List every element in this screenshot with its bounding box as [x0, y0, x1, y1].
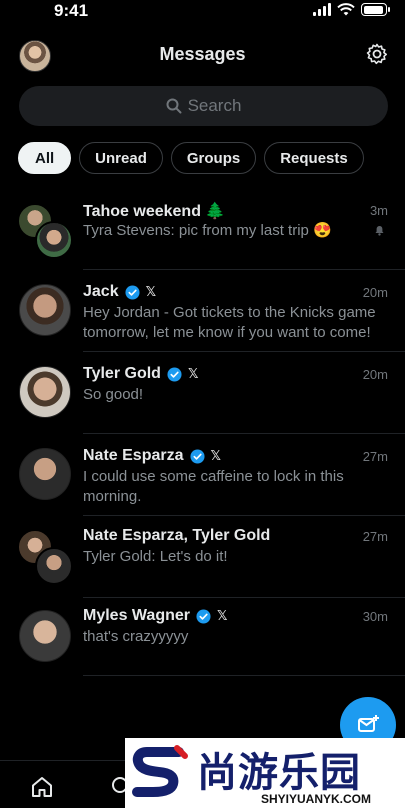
search-placeholder: Search — [187, 96, 242, 115]
verified-badge-icon — [196, 608, 211, 624]
verified-badge-icon — [167, 366, 182, 382]
muted-bell-icon — [375, 226, 384, 236]
group-avatar — [17, 203, 73, 259]
conversation-item[interactable]: Nate Esparza, Tyler Gold 27m Tyler Gold:… — [0, 516, 405, 598]
status-bar: 9:41 — [0, 0, 405, 24]
battery-icon — [361, 3, 390, 16]
conversation-time: 27m — [362, 529, 388, 544]
conversation-name: Myles Wagner — [83, 607, 190, 624]
avatar — [19, 284, 71, 336]
conversation-item[interactable]: Nate Esparza 𝕏 27m I could use some caff… — [0, 434, 405, 516]
home-icon[interactable] — [30, 775, 54, 799]
gear-icon[interactable] — [365, 42, 389, 66]
conversation-name-row: Nate Esparza 𝕏 — [83, 447, 221, 465]
group-avatar — [17, 529, 73, 585]
conversation-name-row: Tyler Gold 𝕏 — [83, 365, 198, 383]
x-logo-icon: 𝕏 — [210, 448, 221, 464]
avatar — [35, 221, 73, 259]
watermark: 尚游乐园 SHYIYUANYK.COM — [125, 738, 405, 808]
conversation-time: 3m — [369, 203, 388, 218]
conversation-name: Tahoe weekend 🌲 — [83, 203, 226, 220]
conversation-time: 20m — [362, 285, 388, 300]
conversation-name-row: Jack 𝕏 — [83, 283, 156, 301]
conversation-preview: that's crazyyyyy — [83, 628, 189, 645]
watermark-url: SHYIYUANYK.COM — [261, 792, 372, 806]
conversation-name: Tyler Gold — [83, 365, 161, 382]
header: Messages — [0, 38, 405, 72]
filter-chips: All Unread Groups Requests — [18, 142, 364, 174]
conversation-preview: I could use some caffeine to lock in thi… — [83, 468, 344, 505]
conversation-name: Nate Esparza — [83, 447, 184, 464]
conversation-time: 20m — [362, 367, 388, 382]
divider — [83, 675, 405, 676]
avatar — [19, 366, 71, 418]
x-logo-icon: 𝕏 — [187, 366, 199, 382]
battery-level — [363, 5, 384, 14]
conversation-name: Jack — [83, 283, 119, 300]
search-bar[interactable]: Search — [19, 86, 388, 126]
filter-requests[interactable]: Requests — [264, 142, 364, 174]
conversation-preview: Tyra Stevens: pic from my last trip 😍 — [83, 222, 332, 239]
conversation-time: 30m — [362, 609, 388, 624]
watermark-text: 尚游乐园 — [197, 750, 361, 796]
filter-groups[interactable]: Groups — [170, 142, 257, 174]
filter-unread[interactable]: Unread — [79, 142, 163, 174]
conversation-preview: Hey Jordan - Got tickets to the Knicks g… — [83, 304, 376, 341]
wifi-icon — [337, 3, 355, 16]
verified-badge-icon — [125, 284, 140, 300]
conversation-item[interactable]: Tahoe weekend 🌲 3m Tyra Stevens: pic fro… — [0, 188, 405, 270]
page-title: Messages — [159, 44, 246, 64]
watermark-logo-icon — [132, 745, 188, 797]
conversation-time: 27m — [362, 449, 388, 464]
new-message-icon — [358, 715, 379, 732]
avatar — [19, 448, 71, 500]
conversation-name: Nate Esparza, Tyler Gold — [83, 527, 271, 544]
cellular-signal-icon — [313, 3, 331, 16]
avatar — [35, 547, 73, 585]
conversation-item[interactable]: Myles Wagner 𝕏 30m that's crazyyyyy — [0, 598, 405, 676]
conversation-name-row: Myles Wagner 𝕏 — [83, 607, 227, 625]
conversation-item[interactable]: Jack 𝕏 20m Hey Jordan - Got tickets to t… — [0, 270, 405, 352]
x-logo-icon: 𝕏 — [145, 284, 157, 300]
filter-all[interactable]: All — [18, 142, 72, 174]
search-icon — [166, 98, 182, 114]
avatar — [19, 610, 71, 662]
status-time: 9:41 — [54, 1, 89, 20]
x-logo-icon: 𝕏 — [217, 608, 228, 624]
verified-badge-icon — [189, 448, 205, 464]
conversation-item[interactable]: Tyler Gold 𝕏 20m So good! — [0, 352, 405, 434]
conversation-preview: So good! — [83, 386, 144, 403]
conversation-preview: Tyler Gold: Let's do it! — [83, 548, 228, 565]
status-icons — [313, 3, 390, 16]
